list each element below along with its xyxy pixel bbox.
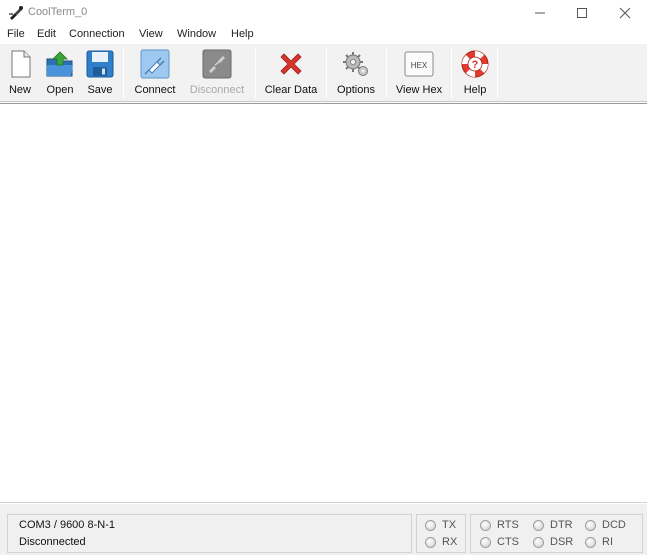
menu-window[interactable]: Window [177,28,216,40]
disconnect-label: Disconnect [189,84,245,96]
menu-bar: File Edit Connection View Window Help [0,26,647,44]
maximize-icon [577,8,587,18]
dcd-indicator: DCD [585,519,626,531]
help-lifebuoy-icon: ? [461,50,489,78]
menu-help[interactable]: Help [231,28,254,40]
connect-plug-icon [140,49,170,79]
toolbar-separator [451,48,452,98]
dtr-led-icon [533,519,544,531]
options-button[interactable]: Options [334,47,378,99]
toolbar-separator [123,48,124,98]
dcd-label: DCD [602,519,626,531]
hex-view-icon: HEX [404,51,434,77]
dsr-label: DSR [550,536,574,548]
options-gear-icon [343,52,368,76]
view-hex-label: View Hex [395,84,443,96]
menu-connection[interactable]: Connection [69,28,125,40]
new-label: New [8,84,31,96]
cts-led-icon [480,536,491,548]
save-label: Save [87,84,113,96]
connect-button[interactable]: Connect [131,47,179,99]
open-folder-icon [46,51,73,77]
minimize-icon [535,12,545,14]
clear-data-label: Clear Data [264,84,318,96]
dtr-label: DTR [550,519,573,531]
cts-label: CTS [497,536,519,548]
toolbar-separator [497,48,498,98]
new-document-icon [11,50,31,78]
maximize-button[interactable] [562,0,602,26]
tx-rx-indicator-panel: TX RX [416,514,466,553]
title-bar[interactable]: CoolTerm_0 [0,0,647,26]
open-button[interactable]: Open [43,47,77,99]
rts-led-icon [480,519,491,531]
close-button[interactable] [605,0,645,26]
tx-indicator: TX [425,519,456,531]
toolbar: New Open Save Connect Disconnect Clear D… [0,44,647,102]
view-hex-button[interactable]: HEX View Hex [394,47,444,99]
close-icon [619,7,631,19]
toolbar-separator [255,48,256,98]
toolbar-separator [326,48,327,98]
connection-state-text: Disconnected [19,536,86,548]
ri-indicator: RI [585,536,613,548]
clear-data-button[interactable]: Clear Data [263,47,319,99]
dsr-led-icon [533,536,544,548]
connection-status-panel: COM3 / 9600 8-N-1 Disconnected [7,514,412,553]
help-label: Help [463,84,487,96]
help-button[interactable]: ? Help [459,47,491,99]
dcd-led-icon [585,519,596,531]
coolterm-app-icon [9,6,23,20]
dtr-indicator[interactable]: DTR [533,519,573,531]
terminal-output-area[interactable] [0,103,647,503]
rx-led-icon [425,536,436,548]
ri-label: RI [602,536,613,548]
open-label: Open [46,84,74,96]
svg-text:?: ? [472,59,479,71]
signal-lines-indicator-panel: RTS CTS DTR DSR DCD RI [470,514,643,553]
port-settings-text: COM3 / 9600 8-N-1 [19,519,115,531]
clear-x-icon [280,53,302,75]
rts-label: RTS [497,519,519,531]
save-disk-icon [86,50,114,78]
tx-label: TX [442,519,457,531]
window-title: CoolTerm_0 [28,6,88,18]
toolbar-separator [386,48,387,98]
disconnect-button[interactable]: Disconnect [188,47,246,99]
disconnect-plug-icon [202,49,232,79]
rx-label: RX [442,536,458,548]
minimize-button[interactable] [520,0,560,26]
status-bar: COM3 / 9600 8-N-1 Disconnected TX RX RTS… [0,504,647,555]
rx-indicator: RX [425,536,457,548]
menu-edit[interactable]: Edit [37,28,56,40]
connect-label: Connect [134,84,176,96]
new-button[interactable]: New [5,47,35,99]
menu-file[interactable]: File [7,28,25,40]
tx-led-icon [425,519,436,531]
dsr-indicator: DSR [533,536,573,548]
save-button[interactable]: Save [85,47,115,99]
rts-indicator[interactable]: RTS [480,519,519,531]
options-label: Options [337,84,375,96]
cts-indicator: CTS [480,536,519,548]
menu-view[interactable]: View [139,28,163,40]
ri-led-icon [585,536,596,548]
hex-icon-text: HEX [411,61,428,70]
